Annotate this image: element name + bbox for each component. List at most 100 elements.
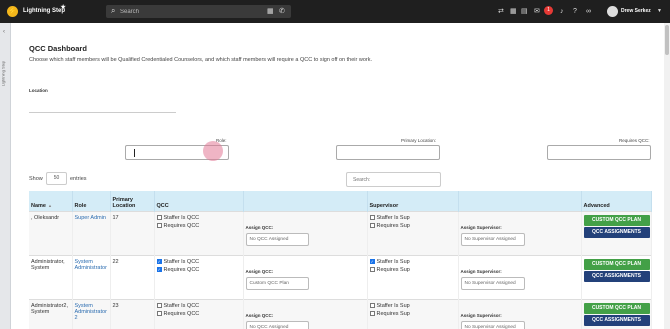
requires-qcc-checkbox[interactable]	[156, 311, 162, 316]
search-icon: ⌕	[111, 6, 116, 15]
staffer-is-qcc-label: Staffer Is QCC	[163, 258, 200, 265]
staffer-is-sup-label: Staffer Is Sup	[376, 258, 410, 265]
collapsed-sidebar: ‹ Lightning Step	[0, 23, 11, 329]
assign-supervisor-select[interactable]: No Supervisor Assigned	[460, 232, 525, 246]
custom-qcc-plan-button[interactable]: CUSTOM QCC PLAN	[583, 258, 650, 270]
star-icon[interactable]: ★	[60, 3, 66, 11]
custom-qcc-plan-button[interactable]: CUSTOM QCC PLAN	[583, 214, 650, 226]
cell-name: Administrator, System	[29, 254, 73, 299]
staffer-is-sup-checkbox[interactable]: ✓	[369, 259, 375, 264]
table-header-row: Name ▲ Role Primary Location QCC Supervis…	[29, 191, 652, 211]
assign-supervisor-select[interactable]: No Supervisor Assigned	[460, 276, 525, 290]
global-search[interactable]: ⌕ ▦ ✆	[106, 5, 291, 18]
primary-location-filter-label: Primary Location:	[401, 138, 437, 143]
column-header-role[interactable]: Role	[72, 191, 111, 211]
table-row: , Oleksandr Super Admin 17 Staffer Is QC…	[29, 210, 652, 255]
staffer-is-sup-label: Staffer Is Sup	[376, 214, 410, 221]
role-link[interactable]: System Administrator	[75, 259, 107, 271]
staffer-is-qcc-label: Staffer Is QCC	[163, 214, 200, 221]
table-row: Administrator, System System Administrat…	[29, 254, 652, 299]
bell-icon[interactable]: ♪	[560, 7, 564, 16]
assign-qcc-label: Assign QCC:	[245, 268, 274, 274]
sort-asc-icon[interactable]: ▲	[48, 203, 52, 208]
requires-sup-checkbox[interactable]	[369, 267, 375, 272]
page-subtitle: Choose which staff members will be Quali…	[29, 57, 372, 63]
column-header-supervisor[interactable]: Supervisor	[367, 191, 459, 211]
app-name[interactable]: Lightning Step	[23, 8, 65, 14]
requires-qcc-filter-input[interactable]	[547, 145, 651, 160]
qcc-table: Name ▲ Role Primary Location QCC Supervis…	[29, 191, 652, 329]
cell-name: , Oleksandr	[29, 210, 73, 255]
link-icon[interactable]: ∞	[586, 7, 591, 16]
sidebar-vertical-label[interactable]: Lightning Step	[0, 61, 5, 87]
chevron-down-icon[interactable]: ▼	[657, 8, 662, 14]
calendar-icon[interactable]: ▦	[267, 7, 274, 16]
assign-qcc-select[interactable]: No QCC Assigned	[245, 320, 309, 329]
staffer-is-qcc-checkbox[interactable]	[156, 303, 162, 308]
location-label: Location	[29, 88, 48, 93]
text-cursor	[134, 149, 135, 157]
page-scrollbar[interactable]	[664, 23, 670, 329]
qcc-assignments-button[interactable]: QCC ASSIGNMENTS	[583, 226, 650, 238]
requires-sup-checkbox[interactable]	[369, 223, 375, 228]
staffer-is-sup-checkbox[interactable]	[369, 303, 375, 308]
cell-location: 17	[110, 210, 155, 255]
requires-qcc-checkbox[interactable]	[156, 223, 162, 228]
requires-sup-label: Requires Sup	[376, 310, 410, 317]
cell-name: Administrator2, System	[29, 298, 73, 329]
staffer-is-sup-label: Staffer Is Sup	[376, 302, 410, 309]
assign-qcc-label: Assign QCC:	[245, 224, 274, 230]
column-header-name[interactable]: Name ▲	[29, 191, 73, 211]
calendar-grid-icon[interactable]: ▦	[510, 7, 517, 16]
staffer-is-qcc-checkbox[interactable]: ✓	[156, 259, 162, 264]
role-link[interactable]: Super Admin	[75, 215, 107, 221]
chat-icon[interactable]: ✉	[534, 7, 540, 16]
requires-sup-label: Requires Sup	[376, 222, 410, 229]
qcc-assignments-button[interactable]: QCC ASSIGNMENTS	[583, 314, 650, 326]
global-search-input[interactable]	[120, 7, 260, 16]
primary-location-filter-input[interactable]	[336, 145, 440, 160]
requires-qcc-label: Requires QCC	[163, 310, 200, 317]
notification-badge: 1	[544, 6, 553, 15]
table-search-input[interactable]	[346, 172, 441, 187]
qcc-assignments-button[interactable]: QCC ASSIGNMENTS	[583, 270, 650, 282]
top-bar: ⚡ Lightning Step ★ ⌕ ▦ ✆ ⇄ ▦ ▤ ✉ 1 ♪ ? ∞…	[0, 0, 670, 23]
assign-supervisor-label: Assign Supervisor:	[460, 224, 502, 230]
assign-qcc-select[interactable]: No QCC Assigned	[245, 232, 309, 246]
transfer-icon[interactable]: ⇄	[498, 7, 504, 16]
requires-sup-label: Requires Sup	[376, 266, 410, 273]
requires-qcc-label: Requires QCC	[163, 266, 200, 273]
lightning-logo-icon[interactable]: ⚡	[7, 6, 18, 17]
assign-supervisor-label: Assign Supervisor:	[460, 312, 502, 318]
phone-icon[interactable]: ✆	[279, 7, 285, 16]
chevron-left-icon[interactable]: ‹	[3, 29, 5, 35]
column-header-assign-supervisor	[458, 191, 582, 211]
role-link[interactable]: System Administrator 2	[75, 303, 107, 321]
cell-location: 23	[110, 298, 155, 329]
requires-sup-checkbox[interactable]	[369, 311, 375, 316]
requires-qcc-label: Requires QCC	[163, 222, 200, 229]
user-name[interactable]: Drew Serkez	[621, 8, 651, 14]
custom-qcc-plan-button[interactable]: CUSTOM QCC PLAN	[583, 302, 650, 314]
entries-select[interactable]: 50	[46, 172, 67, 185]
table-row: Administrator2, System System Administra…	[29, 298, 652, 329]
assign-qcc-label: Assign QCC:	[245, 312, 274, 318]
staffer-is-qcc-label: Staffer Is QCC	[163, 302, 200, 309]
scrollbar-thumb[interactable]	[665, 25, 669, 55]
staffer-is-sup-checkbox[interactable]	[369, 215, 375, 220]
show-label: Show	[29, 176, 43, 182]
column-header-primary-location[interactable]: Primary Location	[110, 191, 155, 211]
avatar[interactable]	[607, 6, 618, 17]
column-header-qcc[interactable]: QCC	[154, 191, 244, 211]
help-icon[interactable]: ?	[573, 7, 577, 16]
assign-supervisor-select[interactable]: No Supervisor Assigned	[460, 320, 525, 329]
column-header-assign-qcc	[243, 191, 368, 211]
staffer-is-qcc-checkbox[interactable]	[156, 215, 162, 220]
cell-location: 22	[110, 254, 155, 299]
assign-supervisor-label: Assign Supervisor:	[460, 268, 502, 274]
location-select[interactable]	[29, 112, 176, 113]
assign-qcc-select[interactable]: Custom QCC Plan	[245, 276, 309, 290]
inbox-icon[interactable]: ▤	[521, 7, 528, 16]
requires-qcc-checkbox[interactable]: ✓	[156, 267, 162, 272]
page-title: QCC Dashboard	[29, 44, 87, 53]
